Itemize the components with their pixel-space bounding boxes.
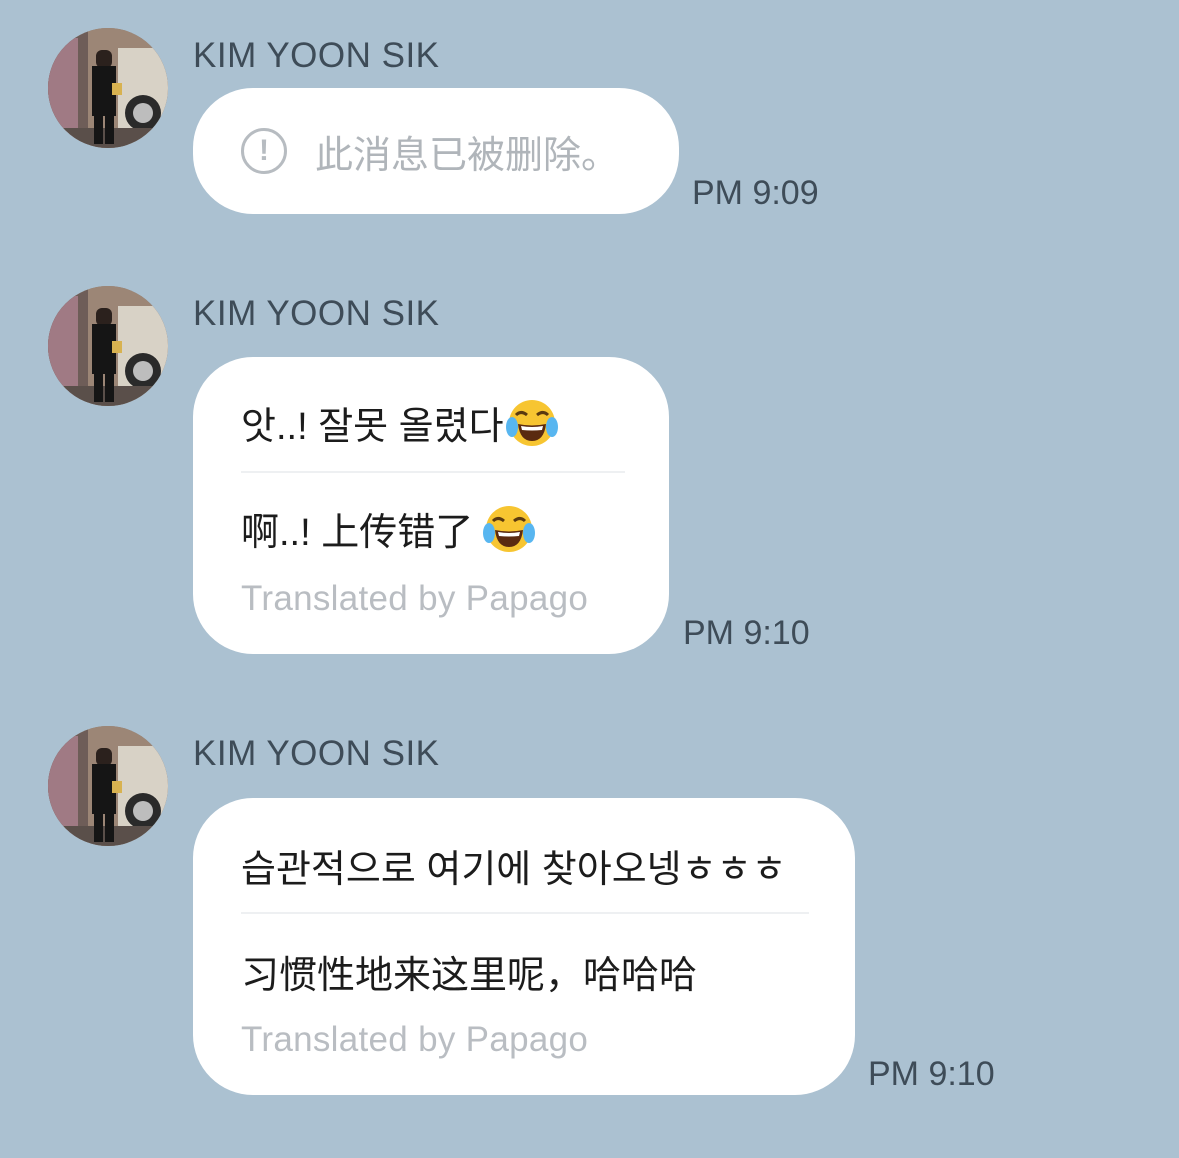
- laughing-tears-emoji-icon: [483, 505, 536, 552]
- sender-name: KIM YOON SIK: [193, 734, 440, 773]
- message-bubble-deleted[interactable]: ! 此消息已被删除。: [193, 88, 679, 214]
- deleted-notice: ! 此消息已被删除。: [241, 88, 619, 214]
- original-text: 앗..! 잘못 올렸다: [241, 406, 504, 448]
- message-bubble[interactable]: 앗..! 잘못 올렸다 啊..! 上传错了 Translated by Papa…: [193, 357, 669, 654]
- translated-by-label: Translated by Papago: [241, 579, 589, 618]
- original-message: 앗..! 잘못 올렸다: [241, 395, 558, 450]
- translated-message: 习惯性地来这里呢，哈哈哈: [241, 944, 697, 999]
- message-time: PM 9:10: [868, 1055, 995, 1093]
- deleted-message-text: 此消息已被删除。: [315, 134, 620, 177]
- translated-text: 啊..! 上传错了: [241, 512, 474, 554]
- sender-name: KIM YOON SIK: [193, 294, 440, 333]
- message-bubble[interactable]: 습관적으로 여기에 찾아오넹ㅎㅎㅎ 习惯性地来这里呢，哈哈哈 Translate…: [193, 798, 855, 1095]
- translation-divider: [241, 471, 625, 473]
- original-text: 습관적으로 여기에 찾아오넹ㅎㅎㅎ: [241, 849, 787, 891]
- avatar-photo: [48, 726, 168, 846]
- message-time: PM 9:10: [683, 614, 810, 652]
- translation-divider: [241, 912, 809, 914]
- avatar[interactable]: [48, 726, 168, 846]
- message-time: PM 9:09: [692, 174, 819, 212]
- avatar-photo: [48, 28, 168, 148]
- laughing-tears-emoji-icon: [505, 399, 558, 446]
- avatar[interactable]: [48, 286, 168, 406]
- avatar[interactable]: [48, 28, 168, 148]
- sender-name: KIM YOON SIK: [193, 36, 440, 75]
- translated-text: 习惯性地来这里呢，哈哈哈: [241, 955, 698, 997]
- original-message: 습관적으로 여기에 찾아오넹ㅎㅎㅎ: [241, 838, 787, 893]
- exclamation-circle-icon: !: [241, 128, 287, 174]
- avatar-photo: [48, 286, 168, 406]
- translated-message: 啊..! 上传错了: [241, 501, 536, 556]
- translated-by-label: Translated by Papago: [241, 1020, 589, 1059]
